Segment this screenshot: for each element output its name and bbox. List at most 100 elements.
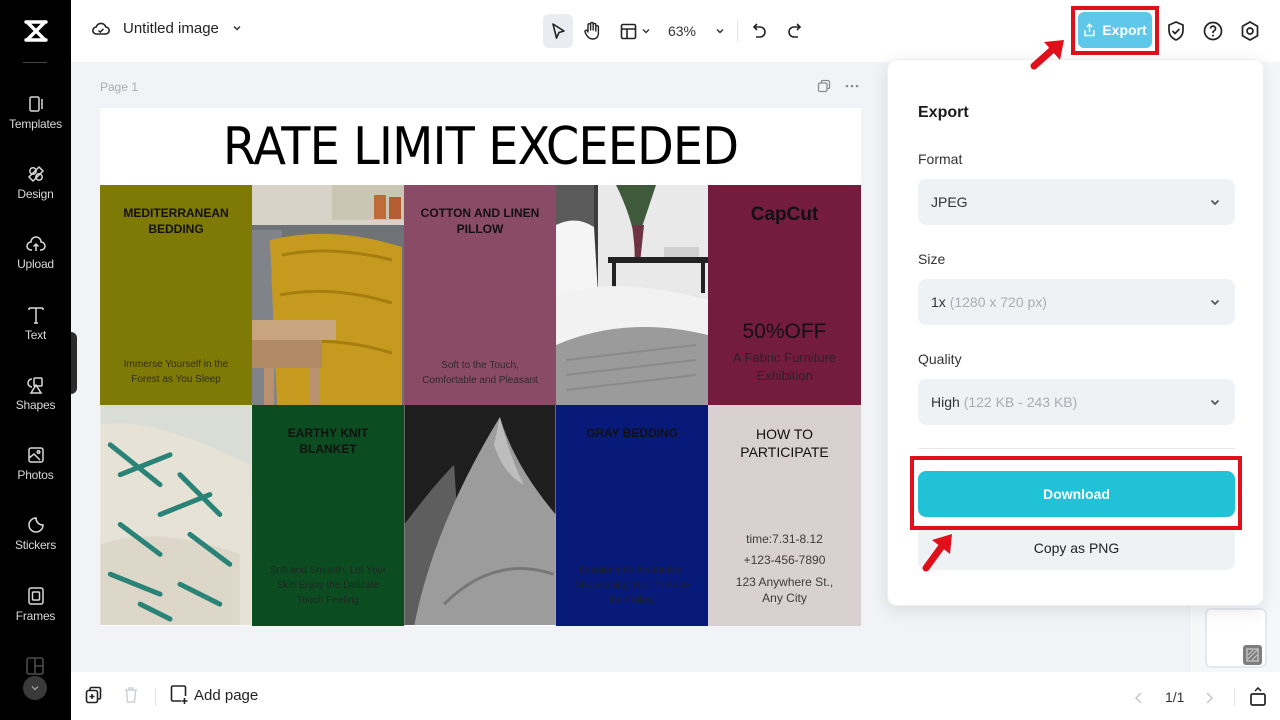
sidebar-item-upload[interactable]: Upload — [0, 234, 71, 294]
event-address: 123 Anywhere St., Any City — [735, 575, 834, 605]
redo-button[interactable] — [783, 14, 805, 48]
upload-icon — [25, 236, 46, 251]
photo-leaf-pattern-pillows[interactable] — [100, 405, 252, 626]
sidebar-item-design[interactable]: Design — [0, 164, 71, 224]
layout-icon — [26, 657, 44, 675]
delete-page-button[interactable] — [123, 686, 139, 704]
expand-pages-icon[interactable] — [1249, 687, 1267, 707]
size-value: 1x (1280 x 720 px) — [931, 294, 1047, 310]
cell-how-to-participate[interactable]: HOW TO PARTICIPATE time:7.31-8.12 +123-4… — [708, 405, 861, 626]
sidebar-item-shapes[interactable]: Shapes — [0, 375, 71, 435]
sidebar-item-photos[interactable]: Photos — [0, 445, 71, 505]
cell-heading: COTTON AND LINEN PILLOW — [420, 206, 540, 236]
left-sidebar: Templates Design Upload Text Shapes Phot… — [0, 0, 71, 720]
text-icon — [27, 307, 44, 324]
cell-subtext: Soft to the Touch, Comfortable and Pleas… — [422, 360, 538, 386]
cell-gray-bedding[interactable]: GRAY BEDDING Fashionable Aesthetics, Sho… — [556, 405, 708, 626]
sidebar-item-label: Photos — [17, 468, 54, 482]
cell-heading: HOW TO PARTICIPATE — [740, 426, 829, 460]
next-page-icon[interactable] — [1204, 691, 1214, 705]
cell-cotton-linen-pillow[interactable]: COTTON AND LINEN PILLOW Soft to the Touc… — [404, 185, 556, 405]
cell-subtext: Soft and Smooth, Let Your Skin Enjoy the… — [269, 565, 387, 606]
select-tool-button[interactable] — [543, 14, 573, 48]
photo-image — [100, 405, 252, 625]
event-time: time:7.31-8.12 — [746, 532, 823, 546]
sidebar-item-label: Shapes — [15, 398, 56, 412]
divider — [737, 20, 738, 42]
sidebar-item-templates[interactable]: Templates — [0, 94, 71, 154]
design-canvas[interactable]: RATE LIMIT EXCEEDED MEDITERRANEAN BEDDIN… — [100, 108, 861, 626]
add-page-label: Add page — [194, 686, 259, 704]
more-tools-button[interactable] — [23, 676, 47, 700]
cell-mediterranean-bedding[interactable]: MEDITERRANEAN BEDDING Immerse Yourself i… — [100, 185, 252, 405]
zoom-level-dropdown[interactable]: 63% — [667, 14, 727, 48]
format-select[interactable]: JPEG — [918, 179, 1235, 225]
capcut-logo-icon — [23, 20, 48, 42]
photo-white-bed-nightstand[interactable] — [556, 185, 708, 405]
panel-collapse-handle[interactable] — [71, 332, 77, 394]
more-options-icon[interactable] — [845, 84, 859, 88]
cell-heading: GRAY BEDDING — [585, 426, 679, 440]
cell-subtext: Immerse Yourself in the Forest as You Sl… — [123, 359, 229, 385]
templates-icon — [28, 96, 43, 112]
quality-filesize: (122 KB - 243 KB) — [963, 394, 1078, 410]
quality-select[interactable]: High (122 KB - 243 KB) — [918, 379, 1235, 425]
size-multiplier: 1x — [931, 294, 946, 310]
add-page-button[interactable]: Add page — [170, 685, 258, 705]
export-panel-title: Export — [918, 104, 969, 121]
cell-subtext: Fashionable Aesthetics, Showcasing Your … — [574, 565, 690, 606]
design-icon — [27, 165, 44, 183]
cell-heading: EARTHY KNIT BLANKET — [287, 426, 369, 456]
stickers-icon — [27, 517, 44, 533]
chevron-down-icon — [642, 29, 649, 34]
cloud-sync-icon — [92, 22, 110, 35]
hand-tool-button[interactable] — [579, 14, 605, 48]
previous-page-icon[interactable] — [1134, 691, 1144, 705]
divider — [23, 62, 47, 63]
copy-as-png-button[interactable]: Copy as PNG — [918, 526, 1235, 570]
cell-capcut-promo[interactable]: CapCut 50%OFF A Fabric Furniture Exhibit… — [708, 185, 861, 405]
download-button[interactable]: Download — [918, 471, 1235, 517]
duplicate-icon — [85, 686, 102, 704]
cursor-pointer-icon — [552, 23, 565, 39]
capcut-logo[interactable] — [0, 12, 71, 50]
cell-heading: MEDITERRANEAN BEDDING — [123, 206, 229, 236]
document-title-menu[interactable]: Untitled image — [91, 18, 243, 38]
settings-icon[interactable] — [1239, 20, 1261, 42]
size-select[interactable]: 1x (1280 x 720 px) — [918, 279, 1235, 325]
chevron-down-icon — [1210, 299, 1220, 306]
duplicate-page-icon[interactable] — [817, 79, 831, 93]
sidebar-item-stickers[interactable]: Stickers — [0, 515, 71, 575]
shield-check-icon[interactable] — [1165, 20, 1187, 42]
capcut-editor: Templates Design Upload Text Shapes Phot… — [0, 0, 1280, 720]
frames-icon — [27, 587, 44, 605]
photo-yellow-blanket-stool[interactable] — [252, 185, 404, 405]
duplicate-page-button[interactable] — [85, 686, 102, 704]
sidebar-item-label: Upload — [17, 257, 54, 271]
brand-heading: CapCut — [750, 204, 819, 225]
photo-gray-pillow[interactable] — [404, 405, 556, 626]
shapes-icon — [26, 377, 43, 394]
cell-earthy-knit-blanket[interactable]: EARTHY KNIT BLANKET Soft and Smooth, Let… — [252, 405, 404, 626]
divider — [1234, 688, 1235, 706]
canvas-heading[interactable]: RATE LIMIT EXCEEDED — [130, 108, 830, 185]
undo-button[interactable] — [749, 14, 771, 48]
sidebar-item-label: Text — [24, 328, 47, 342]
document-title: Untitled image — [123, 19, 219, 37]
photo-image — [556, 185, 708, 405]
chevron-down-icon — [31, 686, 39, 691]
sidebar-item-label: Stickers — [14, 538, 57, 552]
export-panel: Export Format JPEG Size 1x (1280 x 720 p… — [887, 59, 1264, 606]
sidebar-item-frames[interactable]: Frames — [0, 586, 71, 646]
top-toolbar: Untitled image 63% Export — [71, 0, 1280, 62]
help-icon[interactable] — [1202, 20, 1224, 42]
zoom-level: 63% — [667, 23, 697, 39]
sidebar-item-label: Frames — [15, 609, 56, 623]
layout-menu-button[interactable] — [617, 14, 653, 48]
sidebar-item-label: Templates — [9, 117, 62, 131]
thumbnail-badge-icon — [1243, 645, 1262, 665]
chevron-down-icon — [716, 28, 724, 34]
annotation-highlight-box — [1071, 6, 1159, 55]
sidebar-item-text[interactable]: Text — [0, 305, 71, 365]
undo-icon — [752, 23, 766, 38]
